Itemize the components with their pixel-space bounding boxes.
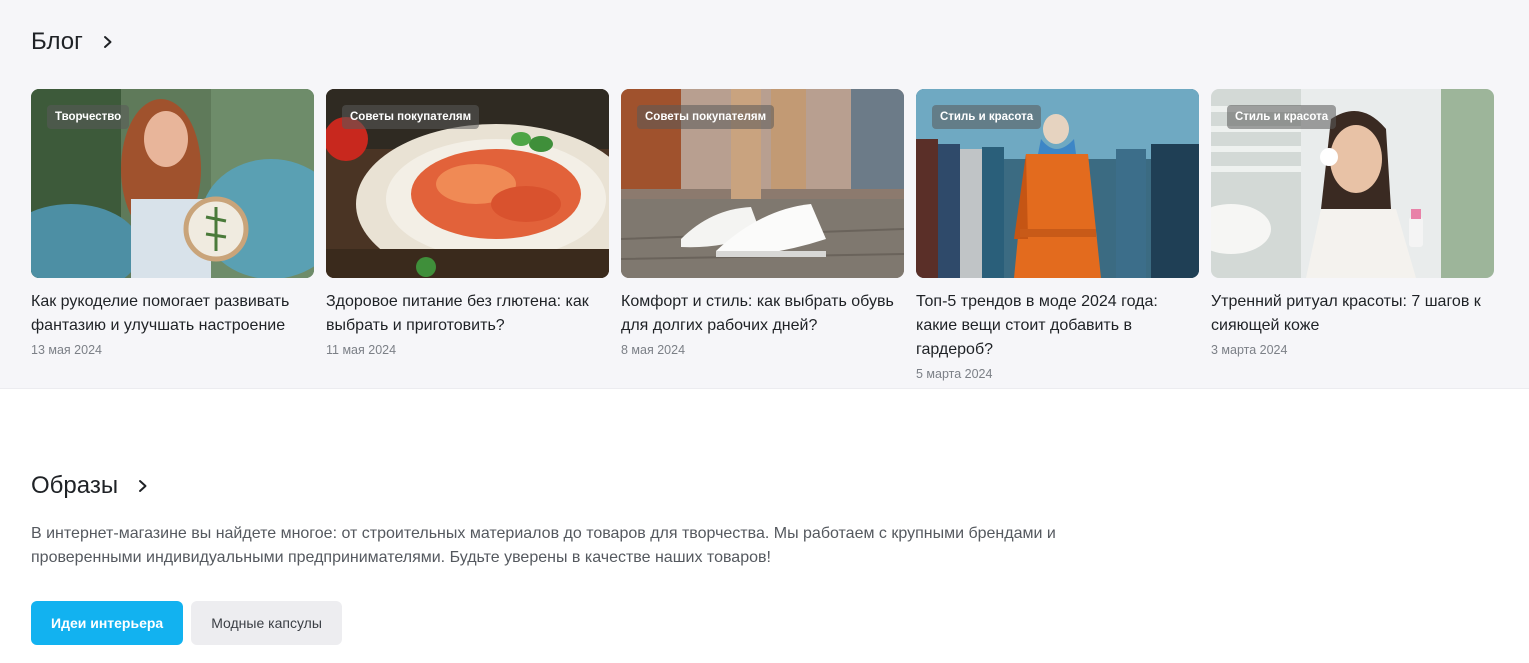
blog-card-image: Стиль и красота [916,89,1199,278]
blog-card-date: 13 мая 2024 [31,343,102,357]
blog-card-title[interactable]: Топ-5 трендов в моде 2024 года: какие ве… [916,290,1199,362]
blog-card-image: Творчество [31,89,314,278]
blog-card-date: 5 марта 2024 [916,367,993,381]
blog-card[interactable]: Советы покупателям Комфорт и стиль: как … [621,89,904,381]
blog-card-image: Советы покупателям [621,89,904,278]
looks-heading-link[interactable]: Образы [31,472,150,500]
chevron-right-icon [139,480,147,492]
looks-description: В интернет-магазине вы найдете многое: о… [31,525,1056,566]
blog-section: Блог Творчество Как рукоделие помогает р… [0,0,1529,389]
category-tag[interactable]: Творчество [47,105,130,129]
blog-card[interactable]: Стиль и красота Топ-5 трендов в моде 202… [916,89,1199,381]
blog-card-title[interactable]: Как рукоделие помогает развивать фантази… [31,290,314,338]
blog-card[interactable]: Творчество Как рукоделие помогает развив… [31,89,314,381]
category-tag[interactable]: Стиль и красота [932,105,1042,129]
blog-card-title[interactable]: Комфорт и стиль: как выбрать обувь для д… [621,290,904,338]
blog-cards: Творчество Как рукоделие помогает развив… [31,89,1494,381]
blog-card-title[interactable]: Здоровое питание без глютена: как выбрат… [326,290,609,338]
blog-card-date: 11 мая 2024 [326,343,397,357]
tab-fashion-capsules[interactable]: Модные капсулы [191,601,342,645]
category-tag[interactable]: Советы покупателям [637,105,775,129]
blog-card-date: 8 мая 2024 [621,343,686,357]
blog-card-title[interactable]: Утренний ритуал красоты: 7 шагов к сияющ… [1211,290,1494,338]
category-tag[interactable]: Советы покупателям [342,105,480,129]
blog-card-date: 3 марта 2024 [1211,343,1288,357]
chevron-right-icon [103,36,112,48]
looks-tabs: Идеи интерьера Модные капсулы [31,601,342,645]
looks-title: Образы [31,472,119,499]
tab-interior-ideas[interactable]: Идеи интерьера [31,601,184,645]
blog-card-image: Стиль и красота [1211,89,1494,278]
blog-heading-link[interactable]: Блог [31,28,115,56]
blog-card[interactable]: Стиль и красота Утренний ритуал красоты:… [1211,89,1494,381]
category-tag[interactable]: Стиль и красота [1227,105,1337,129]
blog-card-image: Советы покупателям [326,89,609,278]
blog-title: Блог [31,28,83,55]
blog-card[interactable]: Советы покупателям Здоровое питание без … [326,89,609,381]
